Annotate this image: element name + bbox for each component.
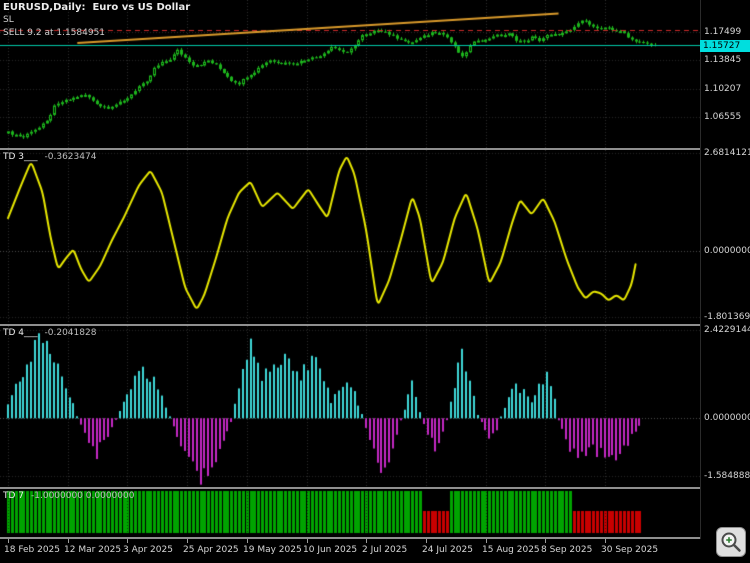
td4-scale-label: -1.5848888: [704, 471, 750, 481]
td4-name: TD 4___: [3, 328, 38, 338]
price-scale-label: 1.17499: [704, 27, 742, 37]
time-axis-label: 2 Jul 2025: [362, 545, 408, 555]
time-axis-tick: [68, 539, 69, 543]
td7-header: TD 7 -1.0000000 0.0000000: [3, 491, 134, 501]
zoom-button[interactable]: [716, 527, 746, 557]
time-axis-tick: [8, 539, 9, 543]
chart-title: EURUSD,Daily: Euro vs US Dollar: [3, 2, 191, 13]
current-price-badge: 1.15727: [700, 40, 750, 52]
td4-scale-label: 0.0000000: [704, 413, 750, 423]
time-axis-label: 18 Feb 2025: [4, 545, 61, 555]
td3-header: TD 3___ -0.3623474: [3, 152, 96, 162]
price-scale[interactable]: 1.17499 1.13845 1.10207 1.06555 2.6814121 0.0…: [700, 0, 750, 539]
time-axis-tick: [486, 539, 487, 543]
td3-name: TD 3___: [3, 152, 38, 162]
price-scale-label: 1.13845: [704, 55, 742, 65]
time-axis[interactable]: 18 Feb 2025 12 Mar 2025 3 Apr 2025 25 Apr 2…: [0, 539, 750, 563]
td7-values: -1.0000000 0.0000000: [31, 491, 135, 501]
td3-scale-label: -1.8013699: [704, 312, 750, 322]
td4-header: TD 4___ -0.2041828: [3, 328, 96, 338]
price-scale-label: 1.06555: [704, 112, 742, 122]
td7-name: TD 7: [3, 491, 25, 501]
time-axis-tick: [545, 539, 546, 543]
td7-indicator-panel: TD 7 -1.0000000 0.0000000: [0, 489, 700, 537]
td3-scale-label: 0.0000000: [704, 246, 750, 256]
price-scale-label: 1.10207: [704, 84, 742, 94]
magnifier-plus-icon: [721, 532, 741, 552]
time-axis-tick: [127, 539, 128, 543]
time-axis-label: 12 Mar 2025: [64, 545, 122, 555]
td3-scale-label: 2.6814121: [704, 148, 750, 158]
time-axis-label: 30 Sep 2025: [601, 545, 659, 555]
td3-value: -0.3623474: [44, 152, 97, 162]
td4-value: -0.2041828: [44, 328, 97, 338]
sell-trade-label: SELL 9.2 at 1.1584951: [3, 28, 106, 38]
stop-loss-label: SL: [3, 15, 14, 25]
time-axis-tick: [187, 539, 188, 543]
time-axis-tick: [307, 539, 308, 543]
time-axis-label: 25 Apr 2025: [183, 545, 239, 555]
chart-window: EURUSD,Daily: Euro vs US Dollar SL SELL …: [0, 0, 750, 563]
td3-indicator-panel: TD 3___ -0.3623474: [0, 150, 700, 324]
time-axis-tick: [366, 539, 367, 543]
price-chart-canvas[interactable]: [0, 0, 700, 148]
td4-indicator-panel: TD 4___ -0.2041828: [0, 326, 700, 487]
time-axis-label: 24 Jul 2025: [422, 545, 473, 555]
time-axis-label: 3 Apr 2025: [123, 545, 173, 555]
td3-canvas[interactable]: [0, 150, 700, 324]
price-chart-panel: EURUSD,Daily: Euro vs US Dollar SL SELL …: [0, 0, 700, 148]
td4-scale-label: 2.4229144: [704, 325, 750, 335]
time-axis-label: 15 Aug 2025: [482, 545, 540, 555]
time-axis-label: 10 Jun 2025: [303, 545, 358, 555]
time-axis-label: 8 Sep 2025: [541, 545, 593, 555]
td4-canvas[interactable]: [0, 326, 700, 487]
time-axis-tick: [605, 539, 606, 543]
time-axis-label: 19 May 2025: [243, 545, 302, 555]
time-axis-tick: [247, 539, 248, 543]
time-axis-tick: [426, 539, 427, 543]
